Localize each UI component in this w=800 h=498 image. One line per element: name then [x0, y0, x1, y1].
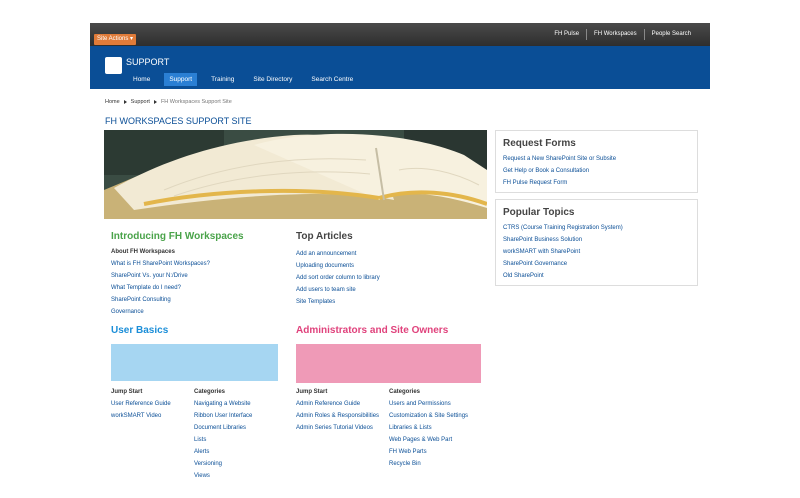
nav-home[interactable]: Home: [128, 73, 155, 86]
link-worksmart-video[interactable]: workSMART Video: [111, 410, 171, 422]
link-sharepoint-governance[interactable]: SharePoint Governance: [503, 258, 697, 270]
admins-banner: [296, 344, 481, 383]
popular-topics-heading: Popular Topics: [503, 207, 575, 218]
admin-categories-links: Users and Permissions Customization & Si…: [389, 398, 468, 470]
request-forms-links: Request a New SharePoint Site or Subsite…: [503, 153, 697, 189]
breadcrumb: Home Support FH Workspaces Support Site: [105, 99, 232, 105]
link-lists[interactable]: Lists: [194, 434, 252, 446]
link-users-permissions[interactable]: Users and Permissions: [389, 398, 468, 410]
link-admin-tutorial-videos[interactable]: Admin Series Tutorial Videos: [296, 422, 379, 434]
link-uploading-documents[interactable]: Uploading documents: [296, 260, 380, 272]
nav-search-centre[interactable]: Search Centre: [306, 73, 358, 86]
user-categories-links: Navigating a Website Ribbon User Interfa…: [194, 398, 252, 482]
intro-heading: Introducing FH Workspaces: [111, 231, 244, 242]
admin-jump-start-links: Admin Reference Guide Admin Roles & Resp…: [296, 398, 379, 434]
breadcrumb-current: FH Workspaces Support Site: [160, 99, 232, 105]
link-site-templates[interactable]: Site Templates: [296, 296, 380, 308]
request-forms-panel: Request Forms Request a New SharePoint S…: [495, 130, 698, 193]
top-link-people-search[interactable]: People Search: [643, 29, 698, 40]
link-sharepoint-business[interactable]: SharePoint Business Solution: [503, 234, 697, 246]
user-jump-start-label: Jump Start: [111, 389, 143, 395]
link-admin-roles[interactable]: Admin Roles & Responsibilities: [296, 410, 379, 422]
top-navigation: Home Support Training Site Directory Sea…: [128, 73, 367, 86]
page-title: FH WORKSPACES SUPPORT SITE: [105, 116, 252, 126]
link-ctrs[interactable]: CTRS (Course Training Registration Syste…: [503, 222, 697, 234]
site-actions-button[interactable]: Site Actions ▾: [94, 34, 137, 45]
triangle-right-icon: [153, 100, 157, 104]
link-customization[interactable]: Customization & Site Settings: [389, 410, 468, 422]
nav-support[interactable]: Support: [164, 73, 198, 86]
popular-topics-panel: Popular Topics CTRS (Course Training Reg…: [495, 199, 698, 286]
link-sharepoint-consulting[interactable]: SharePoint Consulting: [111, 294, 210, 306]
top-link-fh-pulse[interactable]: FH Pulse: [547, 29, 586, 40]
user-basics-heading: User Basics: [111, 325, 169, 336]
site-logo-icon[interactable]: [105, 57, 122, 74]
admins-heading: Administrators and Site Owners: [296, 325, 449, 336]
link-get-help[interactable]: Get Help or Book a Consultation: [503, 165, 697, 177]
admin-jump-start-label: Jump Start: [296, 389, 328, 395]
site-header: SUPPORT Home Support Training Site Direc…: [90, 46, 710, 89]
link-request-new-site[interactable]: Request a New SharePoint Site or Subsite: [503, 153, 697, 165]
admin-categories-label: Categories: [389, 389, 421, 395]
link-document-libraries[interactable]: Document Libraries: [194, 422, 252, 434]
link-versioning[interactable]: Versioning: [194, 458, 252, 470]
breadcrumb-support[interactable]: Support: [131, 99, 150, 105]
link-what-template[interactable]: What Template do I need?: [111, 282, 210, 294]
link-libraries-lists[interactable]: Libraries & Lists: [389, 422, 468, 434]
link-ribbon-ui[interactable]: Ribbon User Interface: [194, 410, 252, 422]
request-forms-heading: Request Forms: [503, 138, 576, 149]
top-articles-links: Add an announcement Uploading documents …: [296, 248, 380, 308]
link-sharepoint-vs-ndrive[interactable]: SharePoint Vs. your N:/Drive: [111, 270, 210, 282]
link-admin-reference-guide[interactable]: Admin Reference Guide: [296, 398, 379, 410]
link-fh-web-parts[interactable]: FH Web Parts: [389, 446, 468, 458]
triangle-right-icon: [123, 100, 127, 104]
intro-subheading: About FH Workspaces: [111, 249, 175, 255]
intro-links: About FH Workspaces What is FH SharePoin…: [111, 246, 210, 318]
link-navigating-website[interactable]: Navigating a Website: [194, 398, 252, 410]
suite-bar: Site Actions ▾ FH Pulse FH Workspaces Pe…: [90, 23, 710, 46]
link-alerts[interactable]: Alerts: [194, 446, 252, 458]
site-title[interactable]: SUPPORT: [126, 57, 169, 67]
link-add-users[interactable]: Add users to team site: [296, 284, 380, 296]
link-web-pages[interactable]: Web Pages & Web Part: [389, 434, 468, 446]
link-views[interactable]: Views: [194, 470, 252, 482]
user-jump-start-links: User Reference Guide workSMART Video: [111, 398, 171, 422]
top-articles-heading: Top Articles: [296, 231, 353, 242]
link-add-announcement[interactable]: Add an announcement: [296, 248, 380, 260]
top-links: FH Pulse FH Workspaces People Search: [547, 23, 698, 46]
link-recycle-bin[interactable]: Recycle Bin: [389, 458, 468, 470]
nav-site-directory[interactable]: Site Directory: [248, 73, 297, 86]
nav-training[interactable]: Training: [206, 73, 239, 86]
popular-topics-links: CTRS (Course Training Registration Syste…: [503, 222, 697, 282]
link-worksmart-sharepoint[interactable]: workSMART with SharePoint: [503, 246, 697, 258]
user-basics-banner: [111, 344, 278, 381]
link-what-is-fh-sharepoint[interactable]: What is FH SharePoint Workspaces?: [111, 258, 210, 270]
top-link-fh-workspaces[interactable]: FH Workspaces: [586, 29, 644, 40]
user-categories-label: Categories: [194, 389, 226, 395]
link-add-sort-order[interactable]: Add sort order column to library: [296, 272, 380, 284]
link-governance[interactable]: Governance: [111, 306, 210, 318]
link-old-sharepoint[interactable]: Old SharePoint: [503, 270, 697, 282]
hero-book-image: [104, 130, 487, 219]
breadcrumb-home[interactable]: Home: [105, 99, 120, 105]
link-fh-pulse-request[interactable]: FH Pulse Request Form: [503, 177, 697, 189]
link-user-reference-guide[interactable]: User Reference Guide: [111, 398, 171, 410]
